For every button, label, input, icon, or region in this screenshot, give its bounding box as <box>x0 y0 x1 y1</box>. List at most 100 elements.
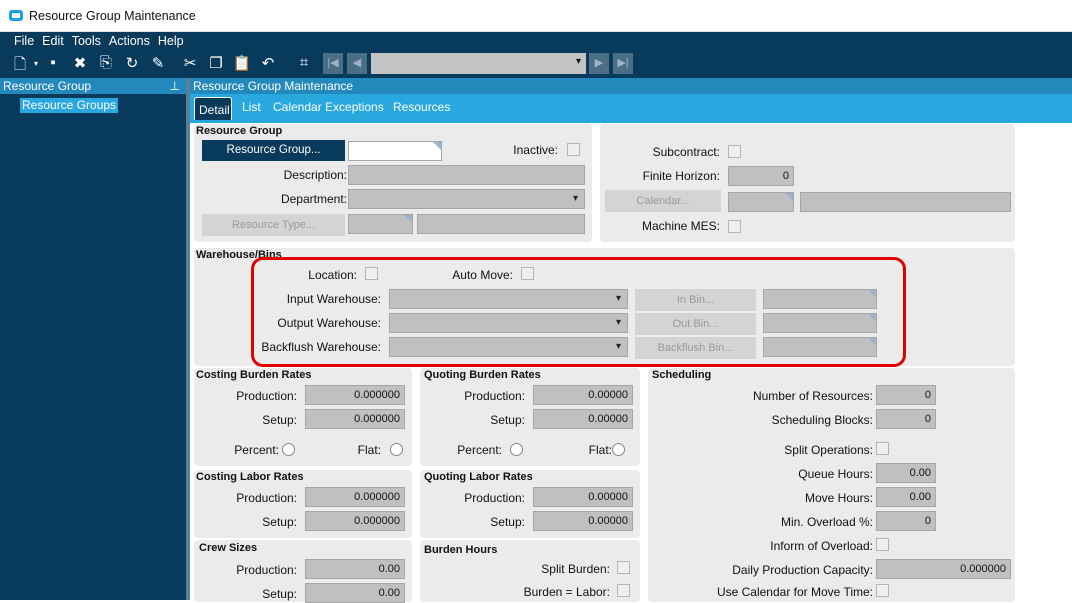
description-input[interactable] <box>348 165 585 185</box>
cut-icon[interactable]: ✂ <box>180 54 200 72</box>
queue-hours-label: Queue Hours: <box>798 467 873 481</box>
costing-burden-percent-radio[interactable] <box>282 443 295 456</box>
first-record-button[interactable]: |◀ <box>323 53 343 74</box>
delete-icon[interactable]: ✖ <box>70 54 90 72</box>
inactive-label: Inactive: <box>513 143 558 157</box>
pin-icon[interactable]: ⊥ <box>170 78 180 94</box>
resource-type-description <box>417 214 585 234</box>
tree-item-resource-groups[interactable]: Resource Groups <box>20 98 119 113</box>
tab-detail[interactable]: Detail <box>194 97 232 120</box>
calendar-description <box>800 192 1011 212</box>
menu-file[interactable]: File <box>14 32 34 50</box>
resource-group-input[interactable] <box>348 141 442 161</box>
subcontract-label: Subcontract: <box>652 145 720 159</box>
quoting-labor-setup-input[interactable]: 0.00000 <box>533 511 633 531</box>
move-hours-input[interactable]: 0.00 <box>876 487 936 507</box>
toolbar: 🗋 ▾ ▪ ✖ ⎘ ↻ ✎ ✂ ❐ 📋 ↶ ⌗ |◀ ◀ ▾ ▶ ▶| <box>0 50 1072 78</box>
finite-horizon-input[interactable]: 0 <box>728 166 794 186</box>
attach-icon[interactable]: ⎘ <box>96 54 116 71</box>
scheduling-blocks-input[interactable]: 0 <box>876 409 936 429</box>
quoting-labor-production-input[interactable]: 0.00000 <box>533 487 633 507</box>
costing-burden-flat-label: Flat: <box>357 443 381 457</box>
department-label: Department: <box>280 192 347 206</box>
inform-of-overload-checkbox[interactable] <box>876 538 889 551</box>
quoting-burden-title: Quoting Burden Rates <box>424 369 541 381</box>
menu-tools[interactable]: Tools <box>72 32 101 50</box>
daily-capacity-input[interactable]: 0.000000 <box>876 559 1011 579</box>
quoting-burden-percent-radio[interactable] <box>510 443 523 456</box>
tab-calendar-exceptions[interactable]: Calendar Exceptions <box>273 100 384 114</box>
min-overload-label: Min. Overload %: <box>780 515 873 529</box>
chevron-down-icon: ▾ <box>575 56 581 67</box>
calendar-id-input[interactable] <box>728 192 794 212</box>
costing-labor-title: Costing Labor Rates <box>196 471 304 483</box>
inform-of-overload-label: Inform of Overload: <box>770 539 873 553</box>
quoting-burden-production-input[interactable]: 0.00000 <box>533 385 633 405</box>
costing-burden-panel: Costing Burden Rates Production: 0.00000… <box>194 368 412 466</box>
costing-labor-panel: Costing Labor Rates Production: 0.000000… <box>194 470 412 538</box>
number-of-resources-input[interactable]: 0 <box>876 385 936 405</box>
quoting-burden-setup-label: Setup: <box>490 413 525 427</box>
department-dropdown[interactable] <box>348 189 585 209</box>
window-title: Resource Group Maintenance <box>29 9 196 23</box>
crew-sizes-panel: Crew Sizes Production: 0.00 Setup: 0.00 <box>194 540 412 603</box>
menu-edit[interactable]: Edit <box>42 32 64 50</box>
resource-type-id-input[interactable] <box>348 214 413 234</box>
split-burden-checkbox[interactable] <box>617 561 630 574</box>
menu-bar: File Edit Tools Actions Help <box>0 32 1072 50</box>
crew-production-input[interactable]: 0.00 <box>305 559 405 579</box>
calendar-button[interactable]: Calendar... <box>605 190 721 212</box>
costing-burden-percent-label: Percent: <box>234 443 279 457</box>
refresh-icon[interactable]: ↻ <box>122 54 142 72</box>
tab-list[interactable]: List <box>242 100 261 114</box>
subcontract-checkbox[interactable] <box>728 145 741 158</box>
machine-mes-checkbox[interactable] <box>728 220 741 233</box>
resource-group-button[interactable]: Resource Group... <box>202 140 345 161</box>
daily-capacity-label: Daily Production Capacity: <box>732 563 873 577</box>
split-operations-checkbox[interactable] <box>876 442 889 455</box>
left-panel-title: Resource Group <box>3 79 92 93</box>
record-selector[interactable]: ▾ <box>371 53 586 74</box>
resource-group-title: Resource Group <box>196 125 283 137</box>
paste-icon[interactable]: 📋 <box>232 54 252 72</box>
min-overload-input[interactable]: 0 <box>876 511 936 531</box>
clear-icon[interactable]: ✎ <box>148 54 168 72</box>
use-calendar-move-checkbox[interactable] <box>876 584 889 597</box>
next-record-button[interactable]: ▶ <box>589 53 609 74</box>
menu-actions[interactable]: Actions <box>109 32 150 50</box>
crew-setup-label: Setup: <box>262 587 297 601</box>
scheduling-title: Scheduling <box>652 369 712 381</box>
menu-help[interactable]: Help <box>158 32 184 50</box>
burden-equals-labor-checkbox[interactable] <box>617 584 630 597</box>
costing-burden-setup-input[interactable]: 0.000000 <box>305 409 405 429</box>
tab-resources[interactable]: Resources <box>393 100 450 114</box>
costing-labor-production-input[interactable]: 0.000000 <box>305 487 405 507</box>
highlight-annotation <box>251 257 906 367</box>
costing-burden-production-label: Production: <box>236 389 297 403</box>
save-icon[interactable]: ▪ <box>43 54 63 71</box>
crew-setup-input[interactable]: 0.00 <box>305 583 405 603</box>
queue-hours-input[interactable]: 0.00 <box>876 463 936 483</box>
copy-icon[interactable]: ❐ <box>206 54 226 72</box>
inactive-checkbox[interactable] <box>567 143 580 156</box>
burden-hours-panel: Burden Hours Split Burden: Burden = Labo… <box>420 540 640 602</box>
machine-mes-label: Machine MES: <box>641 219 720 233</box>
scheduling-panel: Scheduling Number of Resources: 0 Schedu… <box>648 368 1015 602</box>
quoting-labor-title: Quoting Labor Rates <box>424 471 533 483</box>
last-record-button[interactable]: ▶| <box>613 53 633 74</box>
undo-icon[interactable]: ↶ <box>258 54 278 72</box>
costing-labor-setup-input[interactable]: 0.000000 <box>305 511 405 531</box>
title-bar: Resource Group Maintenance <box>0 0 1072 32</box>
costing-burden-flat-radio[interactable] <box>390 443 403 456</box>
quoting-burden-flat-radio[interactable] <box>612 443 625 456</box>
main-header: Resource Group Maintenance <box>190 78 1072 94</box>
crew-production-label: Production: <box>236 563 297 577</box>
split-burden-label: Split Burden: <box>541 562 610 576</box>
resource-group-panel: Resource Group Resource Group... Inactiv… <box>194 124 592 242</box>
resource-type-button[interactable]: Resource Type... <box>202 214 345 236</box>
search-binoculars-icon[interactable]: ⌗ <box>294 54 314 71</box>
burden-hours-title: Burden Hours <box>424 544 498 556</box>
prev-record-button[interactable]: ◀ <box>347 53 367 74</box>
quoting-burden-setup-input[interactable]: 0.00000 <box>533 409 633 429</box>
costing-burden-production-input[interactable]: 0.000000 <box>305 385 405 405</box>
